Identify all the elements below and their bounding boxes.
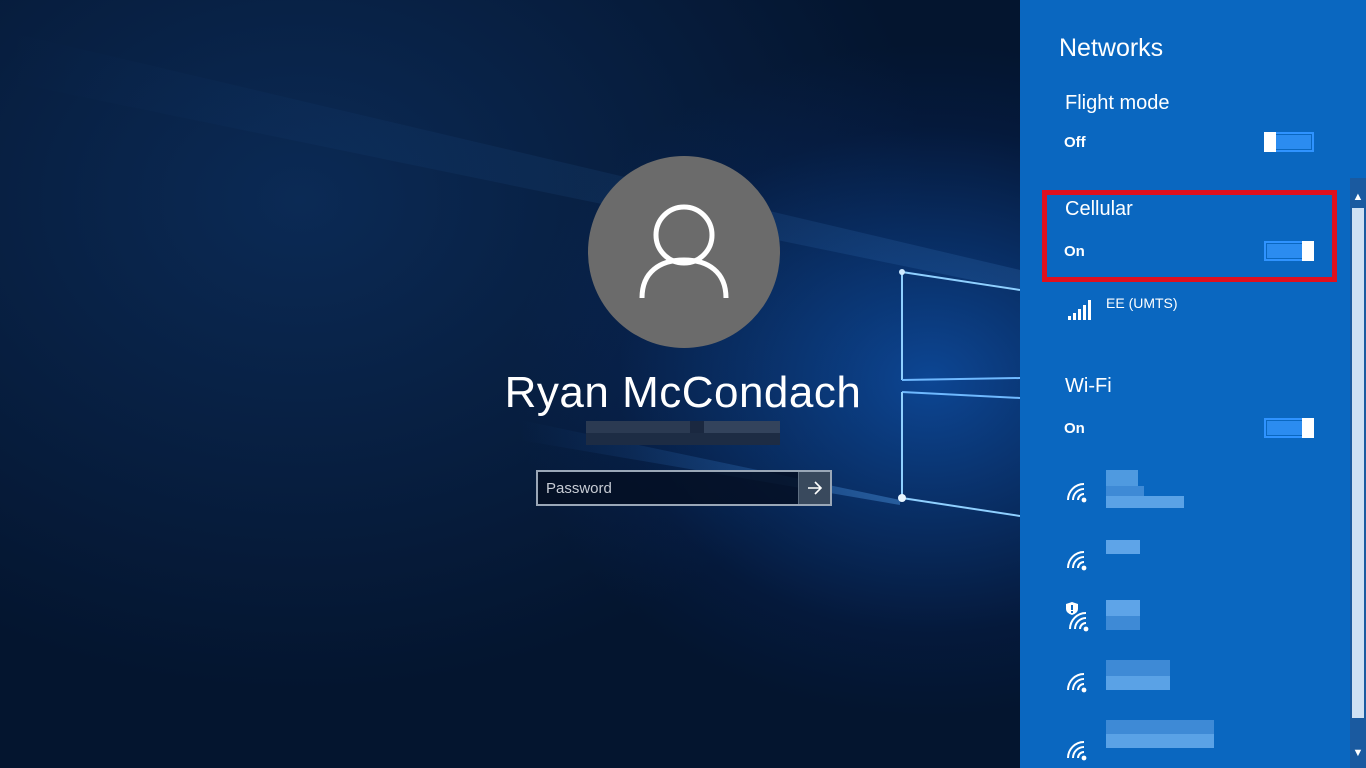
flyout-title: Networks	[1059, 34, 1164, 62]
wifi-signal-icon	[1067, 483, 1087, 503]
flight-mode-title: Flight mode	[1065, 92, 1170, 114]
redacted-ssid	[1106, 734, 1214, 748]
redacted-ssid	[1106, 496, 1184, 508]
cellular-title: Cellular	[1065, 198, 1133, 220]
flyout-scrollbar[interactable]: ▲ ▼	[1350, 178, 1366, 768]
redacted-ssid	[1106, 600, 1140, 616]
scroll-down-icon[interactable]: ▼	[1350, 744, 1366, 762]
cellular-toggle[interactable]	[1264, 241, 1314, 261]
wifi-state: On	[1064, 420, 1085, 437]
redacted-ssid	[1106, 486, 1144, 496]
wifi-toggle[interactable]	[1264, 418, 1314, 438]
toggle-fill	[1276, 135, 1311, 149]
wifi-title: Wi-Fi	[1065, 375, 1112, 397]
password-input[interactable]	[538, 472, 800, 504]
scrollbar-thumb[interactable]	[1352, 208, 1364, 718]
toggle-knob	[1264, 132, 1276, 152]
user-icon	[639, 204, 729, 299]
toggle-knob	[1302, 241, 1314, 261]
wifi-signal-icon	[1067, 551, 1087, 571]
toggle-fill	[1267, 421, 1302, 435]
redacted-ssid	[1106, 616, 1140, 630]
toggle-fill	[1267, 244, 1302, 258]
wifi-signal-icon	[1067, 673, 1087, 693]
wifi-network-item[interactable]	[1066, 470, 1356, 522]
wifi-warning-icon	[1066, 602, 1089, 632]
cellular-signal-icon	[1068, 300, 1091, 320]
password-box	[536, 470, 832, 506]
flight-mode-state: Off	[1064, 134, 1086, 151]
arrow-right-icon	[807, 481, 822, 495]
cellular-network-item[interactable]: EE (UMTS)	[1066, 294, 1356, 346]
networks-flyout: Networks Flight mode Off Cellular On EE …	[1020, 0, 1366, 768]
wifi-network-item[interactable]	[1066, 660, 1356, 712]
scroll-up-icon[interactable]: ▲	[1350, 188, 1366, 206]
wifi-network-item[interactable]	[1066, 720, 1356, 768]
redacted-ssid	[1106, 470, 1138, 486]
redacted-ssid	[1106, 720, 1214, 734]
submit-button[interactable]	[798, 472, 830, 504]
flight-mode-toggle[interactable]	[1264, 132, 1314, 152]
redacted-ssid	[1106, 660, 1170, 676]
redacted-ssid	[1106, 540, 1140, 554]
user-email-redacted	[586, 421, 780, 445]
cellular-state: On	[1064, 243, 1085, 260]
wifi-network-item[interactable]	[1066, 538, 1356, 590]
cellular-network-name: EE (UMTS)	[1106, 295, 1178, 311]
user-avatar	[588, 156, 780, 348]
lock-screen: Ryan McCondach	[0, 0, 1020, 768]
wifi-signal-icon	[1067, 741, 1087, 761]
toggle-knob	[1302, 418, 1314, 438]
redacted-ssid	[1106, 676, 1170, 690]
user-name: Ryan McCondach	[504, 368, 862, 417]
wifi-network-item[interactable]	[1066, 600, 1356, 652]
